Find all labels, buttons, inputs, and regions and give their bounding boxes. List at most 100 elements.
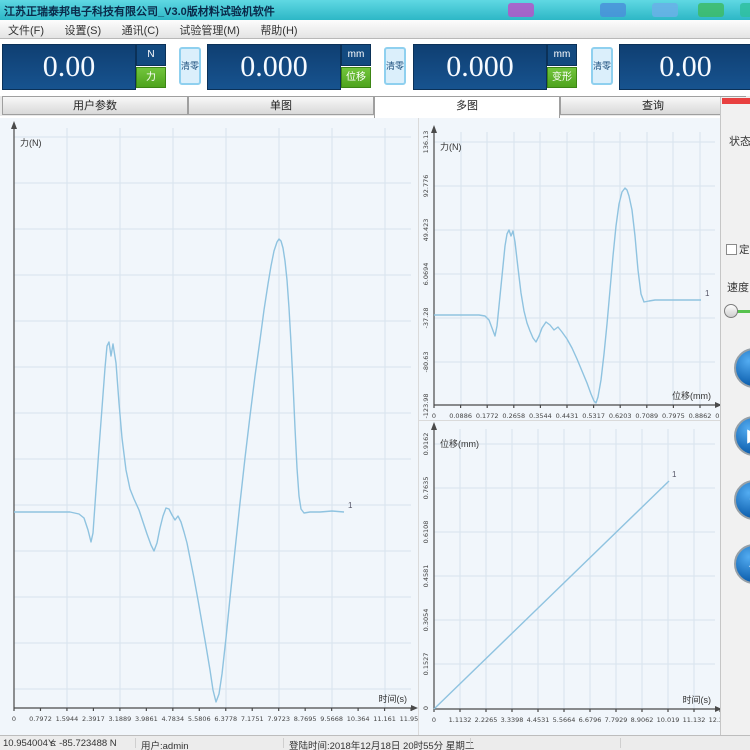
x-tick-label: 5.5806 — [188, 715, 211, 723]
green-app-icon — [698, 3, 724, 17]
x-tick-label: 11.161 — [373, 715, 396, 723]
menu-help[interactable]: 帮助(H) — [252, 20, 305, 40]
x-tick-label: 11.958 — [400, 715, 418, 723]
jog-button[interactable]: → — [734, 544, 750, 584]
series-label: 1 — [705, 289, 710, 298]
force-time-chart[interactable]: 00.79721.59442.39173.18893.98614.78345.5… — [0, 118, 418, 735]
displacement-readout-value: 0.000 — [207, 44, 341, 90]
fixed-displacement-label: 定移 — [739, 242, 750, 257]
x-tick-label: 0 — [432, 412, 436, 420]
menu-bar: 文件(F) 设置(S) 通讯(C) 试验管理(M) 帮助(H) — [0, 20, 750, 39]
series-label: 1 — [348, 501, 353, 510]
crosshead-up-button[interactable]: ↑ — [734, 348, 750, 388]
x-tick-label: 0.6203 — [609, 412, 632, 420]
time-readout-value: 0.00 — [619, 44, 750, 90]
user-readout: 用户:admin — [141, 738, 189, 750]
x-tick-label: 3.3398 — [501, 716, 524, 724]
displacement-time-chart[interactable]: 01.11322.22653.33984.45315.56646.67967.7… — [418, 420, 721, 736]
menu-settings[interactable]: 设置(S) — [57, 20, 110, 40]
fixed-displacement-checkbox[interactable] — [726, 244, 737, 255]
x-axis-title: 时间(s) — [683, 694, 712, 705]
teal-app-icon — [740, 3, 750, 17]
x-tick-label: 1.1132 — [449, 716, 472, 724]
readout-panel: 0.00 N 力 清零 0.000 mm 位移 清零 0.000 mm 变形 清… — [0, 39, 750, 94]
force-displacement-svg: 00.08860.17720.26580.35440.44310.53170.6… — [419, 118, 721, 420]
x-tick-label: 0 — [432, 716, 436, 724]
displacement-clear-zero-button[interactable]: 清零 — [384, 47, 406, 85]
displacement-time-svg: 01.11322.22653.33984.45315.56646.67967.7… — [419, 421, 721, 736]
start-test-button[interactable]: ▶ — [734, 416, 750, 456]
x-tick-label: 4.7834 — [161, 715, 184, 723]
x-tick-label: 0.1772 — [476, 412, 499, 420]
tab-multi-chart[interactable]: 多图 — [374, 96, 560, 118]
x-tick-label: 5.5664 — [553, 716, 576, 724]
speed-slider-thumb[interactable] — [724, 304, 738, 318]
x-tick-label: 0.8862 — [689, 412, 712, 420]
y-tick-label: 0.9162 — [422, 433, 430, 456]
y-tick-label: 49.423 — [422, 219, 430, 242]
series-label: 1 — [672, 470, 677, 479]
y-tick-label: -80.63 — [422, 352, 430, 373]
x-axis-title: 位移(mm) — [672, 390, 711, 401]
deformation-channel-label: 变形 — [547, 67, 577, 88]
x-tick-label: 0.7972 — [29, 715, 52, 723]
deformation-unit-label: mm — [547, 44, 577, 66]
menu-communication[interactable]: 通讯(C) — [114, 20, 167, 40]
force-unit-column: N 力 — [136, 44, 166, 88]
displacement-time-curve — [434, 481, 669, 709]
return-zero-button[interactable]: 0 — [734, 480, 750, 520]
login-time-readout: 登陆时间:2018年12月18日 20时55分 星期二 — [289, 738, 474, 750]
x-tick-label: 6.3778 — [214, 715, 237, 723]
force-clear-zero-button[interactable]: 清零 — [179, 47, 201, 85]
y-tick-label: 0.7635 — [422, 477, 430, 500]
tab-query[interactable]: 查询 — [560, 96, 746, 115]
force-unit-label: N — [136, 44, 166, 66]
menu-test-management[interactable]: 试验管理(M) — [171, 20, 248, 40]
cursor-y-readout: Y: -85.723488 N — [48, 738, 117, 749]
chart-area: 00.79721.59442.39173.18893.98614.78345.5… — [0, 116, 750, 735]
tab-single-chart[interactable]: 单图 — [188, 96, 374, 115]
purple-app-icon — [508, 3, 534, 17]
x-tick-label: 7.9723 — [267, 715, 290, 723]
force-displacement-chart[interactable]: 00.08860.17720.26580.35440.44310.53170.6… — [418, 118, 721, 420]
deformation-readout-value: 0.000 — [413, 44, 547, 90]
tab-user-parameters[interactable]: 用户参数 — [2, 96, 188, 115]
x-tick-label: 0.7089 — [635, 412, 658, 420]
speed-label: 速度: — [727, 279, 750, 295]
x-tick-label: 10.364 — [347, 715, 370, 723]
y-tick-label: 0.6108 — [422, 521, 430, 544]
tab-bar: 用户参数 单图 多图 查询 — [0, 96, 750, 116]
y-tick-label: 0 — [422, 706, 430, 710]
y-tick-label: 0.4581 — [422, 565, 430, 588]
title-bar: 江苏正瑞泰邦电子科技有限公司_V3.0版材料试验机软件 — [0, 0, 750, 20]
x-tick-label: 0.4431 — [556, 412, 579, 420]
panel-accent-strip — [722, 98, 750, 104]
x-tick-label: 3.9861 — [135, 715, 158, 723]
y-tick-label: 136.13 — [422, 131, 430, 154]
y-tick-label: 92.776 — [422, 175, 430, 198]
force-time-main-curve — [14, 239, 344, 702]
menu-file[interactable]: 文件(F) — [0, 20, 52, 40]
x-tick-label: 4.4531 — [527, 716, 550, 724]
x-axis-title: 时间(s) — [379, 693, 408, 704]
blue-app-icon — [600, 3, 626, 17]
deformation-clear-zero-button[interactable]: 清零 — [591, 47, 613, 85]
x-tick-label: 0.5317 — [582, 412, 605, 420]
x-axis-arrow-icon — [411, 705, 418, 711]
status-label: 状态: — [729, 133, 750, 149]
y-axis-arrow-icon — [431, 422, 437, 430]
x-tick-label: 0.2658 — [502, 412, 525, 420]
x-tick-label: 6.6796 — [579, 716, 602, 724]
x-tick-label: 0 — [12, 715, 16, 723]
status-bar: 10.954004 s Y: -85.723488 N 用户:admin 登陆时… — [0, 735, 750, 750]
x-tick-label: 0.0886 — [449, 412, 472, 420]
x-tick-label: 11.132 — [683, 716, 706, 724]
y-tick-label: 0.1527 — [422, 653, 430, 676]
y-tick-label: 0.3054 — [422, 609, 430, 632]
y-tick-label: 6.0694 — [422, 263, 430, 286]
displacement-unit-label: mm — [341, 44, 371, 66]
window-title: 江苏正瑞泰邦电子科技有限公司_V3.0版材料试验机软件 — [4, 3, 275, 19]
force-channel-label: 力 — [136, 67, 166, 88]
x-tick-label: 1.5944 — [56, 715, 79, 723]
lightblue-app-icon — [652, 3, 678, 17]
